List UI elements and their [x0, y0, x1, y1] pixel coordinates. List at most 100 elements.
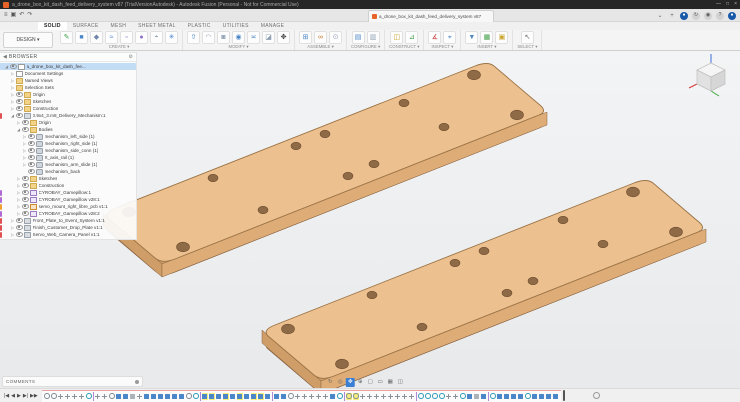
visibility-eye-icon[interactable] — [28, 155, 35, 160]
timeline-feature-sketch[interactable] — [288, 393, 294, 400]
browser-collapse-icon[interactable]: ◀ — [3, 54, 7, 60]
visibility-eye-icon[interactable] — [22, 204, 29, 209]
pan-icon[interactable]: ✥ — [346, 378, 355, 387]
offset-face-icon[interactable]: ≍ — [247, 31, 260, 44]
timeline-option-icon[interactable] — [593, 392, 600, 399]
timeline-feature-solid-feature[interactable] — [144, 393, 150, 400]
timeline-feature-solid-feature[interactable] — [230, 393, 236, 400]
timeline-feature-construction[interactable] — [323, 393, 329, 400]
ribbon-group-label[interactable]: INSPECT ▾ — [431, 44, 453, 50]
tree-item[interactable]: ▷Document Settings — [0, 70, 136, 77]
timeline-feature-sketch-suppressed[interactable] — [346, 393, 352, 400]
view-cube[interactable] — [688, 53, 734, 103]
loft-icon[interactable]: ● — [135, 31, 148, 44]
split-body-icon[interactable]: ◪ — [262, 31, 275, 44]
close-icon[interactable]: × — [734, 0, 737, 9]
timeline-feature-sketch-teal[interactable] — [525, 393, 531, 400]
expand-arrow-icon[interactable]: ▷ — [23, 162, 27, 167]
tree-item[interactable]: ▷Front_Plate_to_Event_System v1:1 — [0, 217, 136, 224]
timeline-playhead[interactable] — [563, 390, 565, 401]
expand-arrow-icon[interactable]: ▷ — [11, 232, 15, 237]
workspace-selector[interactable]: DESIGN ▾ — [3, 32, 53, 48]
timeline-feature-construction[interactable] — [395, 393, 401, 400]
visibility-eye-icon[interactable] — [16, 92, 23, 97]
expand-arrow-icon[interactable]: ▷ — [17, 176, 21, 181]
browser-gear-icon[interactable]: ⚙ — [129, 54, 133, 60]
web-icon[interactable]: ◓ — [150, 31, 163, 44]
timeline-feature-solid-feature[interactable] — [216, 393, 222, 400]
timeline-feature-solid-feature[interactable] — [281, 393, 287, 400]
tree-item[interactable]: ▷mechanism_arm_slide (1) — [0, 161, 136, 168]
timeline-feature-sketch-teal[interactable] — [460, 393, 466, 400]
measure-icon[interactable]: ∡ — [428, 31, 441, 44]
orbit-icon[interactable]: ↻ — [326, 378, 335, 387]
combine-icon[interactable]: ◉ — [232, 31, 245, 44]
timeline-feature-solid-feature[interactable] — [497, 393, 503, 400]
ribbon-group-label[interactable]: INSERT ▾ — [477, 44, 496, 50]
timeline-feature-sketch-teal[interactable] — [490, 393, 496, 400]
expand-arrow-icon[interactable]: ▷ — [23, 141, 27, 146]
sweep-icon[interactable]: ≈ — [105, 31, 118, 44]
timeline-feature-sketch-teal[interactable] — [432, 393, 438, 400]
timeline-feature-sketch-teal[interactable] — [86, 393, 92, 400]
visibility-eye-icon[interactable] — [28, 162, 35, 167]
tree-item[interactable]: ◢Bodies — [0, 126, 136, 133]
pattern-icon[interactable]: ▫ — [120, 31, 133, 44]
expand-arrow-icon[interactable]: ▷ — [11, 71, 15, 76]
expand-arrow-icon[interactable]: ▷ — [17, 190, 21, 195]
zoom-icon[interactable]: ⊕ — [356, 378, 365, 387]
ribbon-group-label[interactable]: ASSEMBLE ▾ — [307, 44, 334, 50]
visibility-eye-icon[interactable] — [22, 127, 29, 132]
timeline-feature-construction[interactable] — [137, 393, 143, 400]
redo-icon[interactable]: ↷ — [27, 10, 32, 21]
tree-item[interactable]: ◢a_drone_box_kit_dash_fee... — [0, 63, 136, 70]
timeline-feature-sketch[interactable] — [109, 393, 115, 400]
help-icon[interactable]: ? — [716, 12, 724, 20]
timeline-feature-construction[interactable] — [409, 393, 415, 400]
expand-arrow-icon[interactable]: ▷ — [11, 218, 15, 223]
timeline-feature-solid-feature[interactable] — [244, 393, 250, 400]
create-sketch-icon[interactable]: ✎ — [60, 31, 73, 44]
notifications-icon[interactable]: ◉ — [704, 12, 712, 20]
expand-arrow-icon[interactable]: ▷ — [17, 211, 21, 216]
ribbon-tab-solid[interactable]: SOLID — [38, 22, 67, 30]
timeline-feature-solid-feature[interactable] — [165, 393, 171, 400]
shell-icon[interactable]: ◙ — [217, 31, 230, 44]
expand-arrow-icon[interactable]: ▷ — [11, 225, 15, 230]
extrude-icon[interactable]: ■ — [75, 31, 88, 44]
timeline-feature-solid-feature[interactable] — [518, 393, 524, 400]
expand-arrow-icon[interactable]: ▷ — [11, 92, 15, 97]
visibility-eye-icon[interactable] — [22, 197, 29, 202]
timeline-feature-construction[interactable] — [360, 393, 366, 400]
timeline-feature-solid-feature[interactable] — [481, 393, 487, 400]
timeline-feature-construction[interactable] — [367, 393, 373, 400]
tree-item[interactable]: ▷Origin — [0, 119, 136, 126]
timeline-feature-construction[interactable] — [72, 393, 78, 400]
expand-arrow-icon[interactable]: ▷ — [23, 148, 27, 153]
timeline-feature-solid-feature[interactable] — [539, 393, 545, 400]
tree-item[interactable]: ▷Servo_Web_Camera_Panel v1:1 — [0, 231, 136, 238]
grid-layout-icon[interactable]: ▦ — [386, 378, 395, 387]
undo-icon[interactable]: ↶ — [19, 10, 24, 21]
expand-arrow-icon[interactable]: ▷ — [11, 78, 15, 83]
timeline-feature-sketch[interactable] — [51, 393, 57, 400]
timeline-feature-solid-feature[interactable] — [151, 393, 157, 400]
timeline-feature-solid-feature[interactable] — [546, 393, 552, 400]
coil-icon[interactable]: ✳ — [165, 31, 178, 44]
visibility-eye-icon[interactable] — [16, 232, 23, 237]
minimize-icon[interactable]: — — [716, 0, 721, 9]
timeline-feature-solid-feature-suppressed[interactable] — [251, 393, 257, 400]
sync-icon[interactable]: ↻ — [692, 12, 700, 20]
comments-bar[interactable]: COMMENTS — [2, 376, 143, 387]
timeline-feature-solid-feature-suppressed[interactable] — [223, 393, 229, 400]
ribbon-tab-manage[interactable]: MANAGE — [255, 22, 290, 30]
tree-item[interactable]: ▷Sketches — [0, 98, 136, 105]
ribbon-group-label[interactable]: MODIFY ▾ — [229, 44, 249, 50]
document-tab[interactable]: a_drone_box_kit_dash_feed_delivery_syste… — [368, 10, 494, 22]
timeline-feature-solid-feature[interactable] — [511, 393, 517, 400]
tree-item[interactable]: mechanism_back — [0, 168, 136, 175]
tree-item[interactable]: ▷Selection Sets — [0, 84, 136, 91]
tree-item[interactable]: ▷Construction — [0, 182, 136, 189]
look-at-icon[interactable]: ◎ — [336, 378, 345, 387]
tree-item[interactable]: ▷X_axis_rail (1) — [0, 154, 136, 161]
